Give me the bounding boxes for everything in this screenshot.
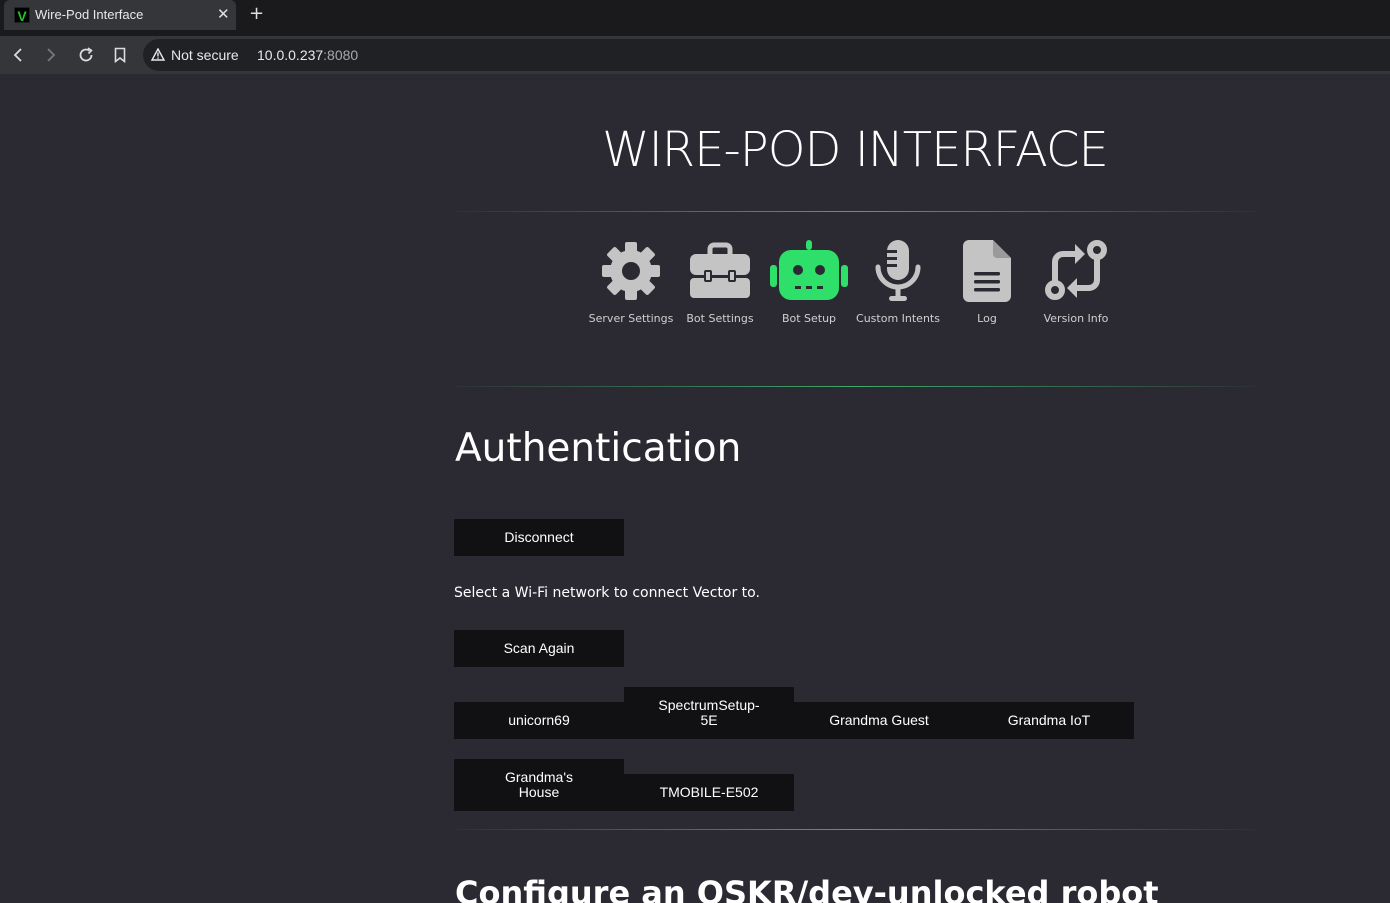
back-icon[interactable] — [8, 45, 28, 65]
security-label[interactable]: Not secure — [171, 47, 239, 63]
branch-sync-icon — [1045, 240, 1107, 300]
omnibox[interactable]: Not secure 10.0.0.237:8080 — [143, 39, 1390, 71]
tab-close-icon[interactable]: ✕ — [217, 5, 230, 23]
browser-tab-bar: V Wire-Pod Interface ✕ + — [0, 0, 1390, 36]
auth-heading: Authentication — [455, 426, 742, 471]
divider — [455, 211, 1255, 212]
microphone-icon — [875, 240, 921, 301]
gear-icon — [602, 242, 660, 300]
warning-icon[interactable] — [151, 48, 165, 61]
nav-bot-setup[interactable]: Bot Setup — [764, 240, 854, 325]
nav-label: Custom Intents — [856, 312, 940, 325]
forward-icon[interactable] — [41, 45, 61, 65]
document-icon — [963, 240, 1011, 302]
tab-title: Wire-Pod Interface — [35, 7, 144, 22]
nav-version-info[interactable]: Version Info — [1031, 240, 1121, 325]
nav-label: Version Info — [1043, 312, 1109, 325]
toolbox-icon — [690, 242, 750, 298]
url-port: :8080 — [323, 47, 359, 63]
address-bar: Not secure 10.0.0.237:8080 — [0, 36, 1390, 74]
wifi-network-button[interactable]: Grandma IoT — [964, 702, 1134, 739]
robot-icon — [770, 240, 848, 300]
page-content: WIRE-POD INTERFACE Server Settings Bot S… — [0, 74, 1390, 903]
disconnect-button[interactable]: Disconnect — [454, 519, 624, 556]
new-tab-icon[interactable]: + — [249, 3, 264, 24]
wifi-network-button[interactable]: TMOBILE-E502 — [624, 774, 794, 811]
wifi-network-button[interactable]: unicorn69 — [454, 702, 624, 739]
wifi-network-button[interactable]: SpectrumSetup-5E — [624, 687, 794, 739]
reload-icon[interactable] — [76, 45, 96, 65]
nav-custom-intents[interactable]: Custom Intents — [853, 240, 943, 325]
wifi-instruction: Select a Wi-Fi network to connect Vector… — [454, 585, 760, 601]
nav-label: Log — [977, 312, 997, 325]
wifi-network-button[interactable]: Grandma's House — [454, 759, 624, 811]
browser-tab[interactable]: V Wire-Pod Interface ✕ — [4, 0, 236, 30]
nav-label: Server Settings — [588, 312, 674, 325]
divider — [455, 829, 1255, 830]
oskr-section-heading: Configure an OSKR/dev-unlocked robot — [455, 874, 1159, 903]
nav-label: Bot Settings — [686, 312, 754, 325]
nav-server-settings[interactable]: Server Settings — [586, 240, 676, 325]
wifi-network-button[interactable]: Grandma Guest — [794, 702, 964, 739]
nav-bot-settings[interactable]: Bot Settings — [675, 240, 765, 325]
scan-again-button[interactable]: Scan Again — [454, 630, 624, 667]
bookmark-icon[interactable] — [110, 45, 130, 65]
divider — [455, 386, 1255, 387]
favicon-icon: V — [14, 7, 30, 24]
nav-log[interactable]: Log — [942, 240, 1032, 325]
url-host: 10.0.0.237 — [257, 47, 324, 63]
page-title: WIRE-POD INTERFACE — [602, 122, 1109, 178]
url-text[interactable]: 10.0.0.237:8080 — [257, 47, 358, 63]
nav-label: Bot Setup — [781, 312, 837, 325]
